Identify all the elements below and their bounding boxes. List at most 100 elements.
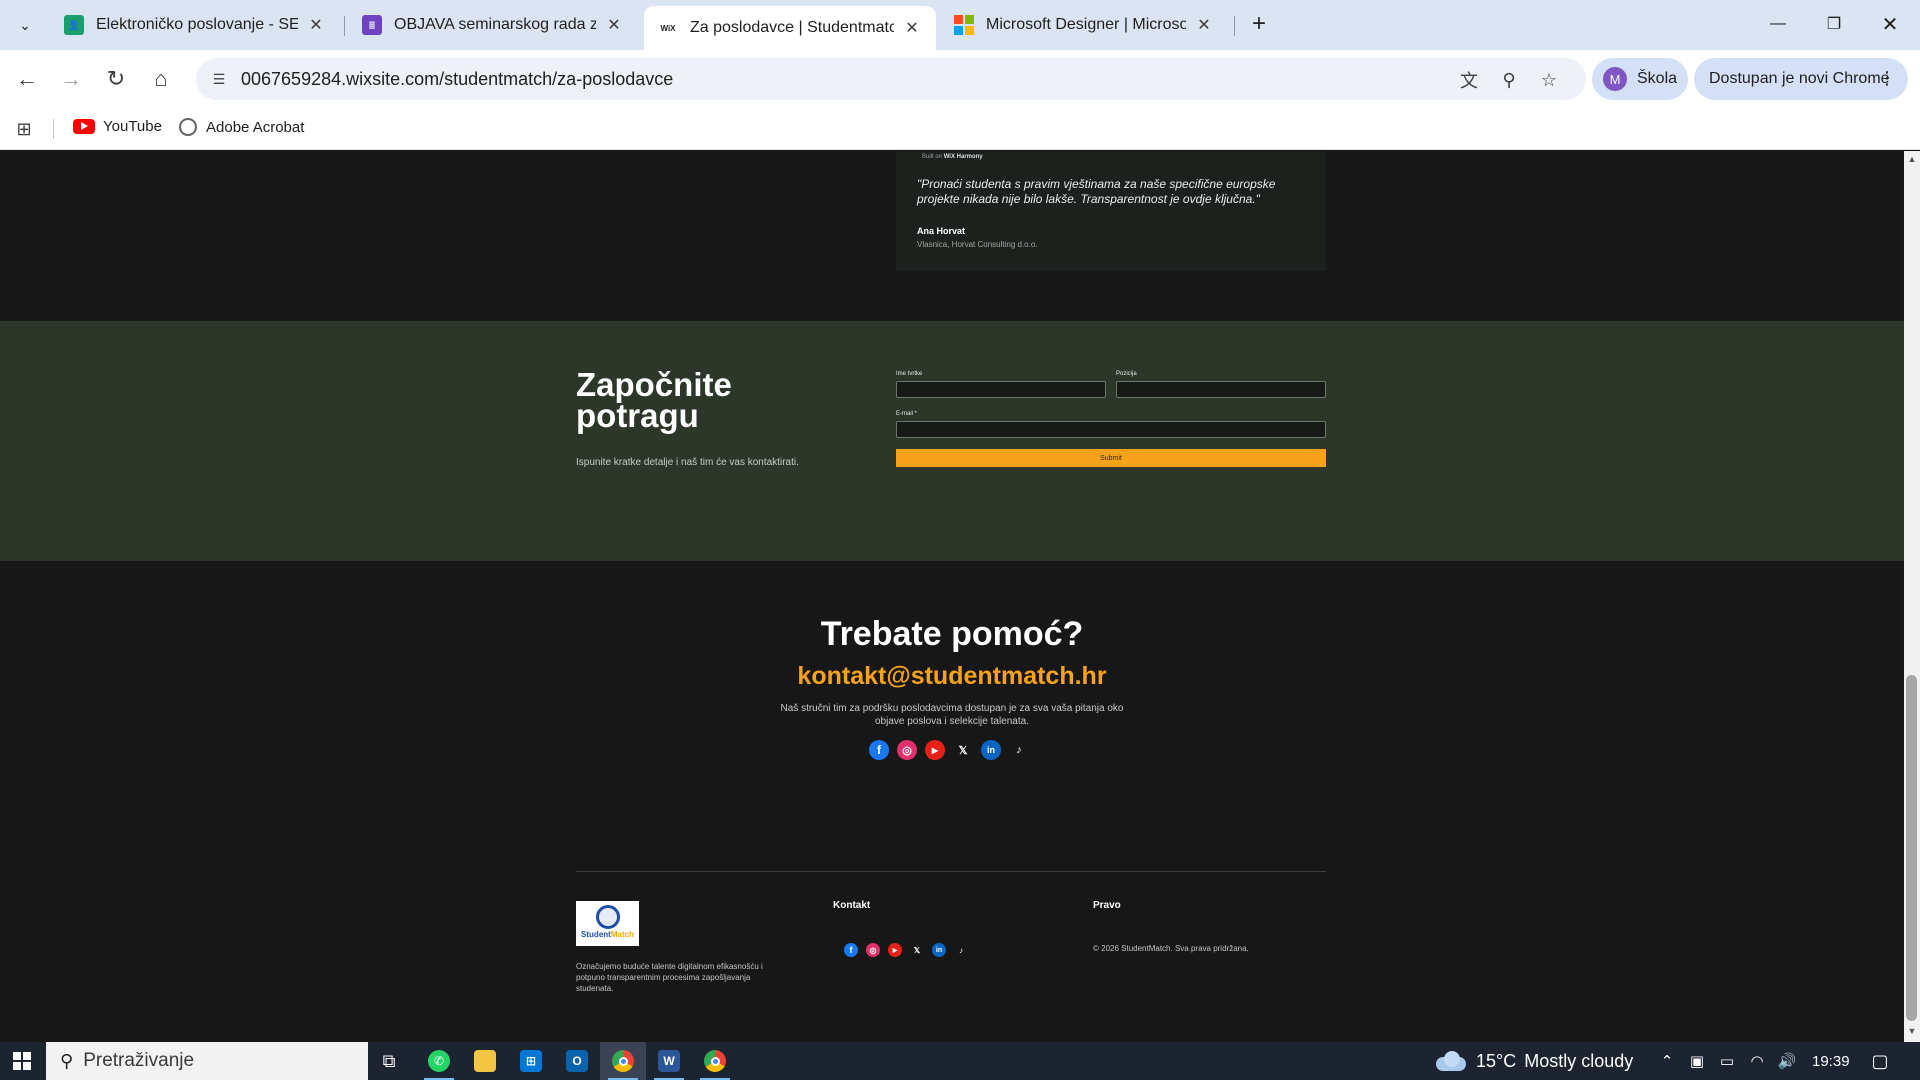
logo-magnifier-icon [596, 905, 620, 929]
taskbar-search[interactable]: ⚲ Pretraživanje [46, 1042, 368, 1080]
linkedin-icon[interactable]: in [932, 943, 946, 957]
profile-button[interactable]: M Škola [1592, 58, 1688, 100]
email-input[interactable] [896, 421, 1326, 438]
tab-separator [344, 16, 345, 36]
company-input[interactable] [896, 381, 1106, 398]
scroll-up-arrow-icon[interactable]: ▲ [1904, 154, 1920, 168]
back-icon[interactable]: ← [10, 62, 44, 96]
profile-name: Škola [1637, 70, 1678, 87]
task-view-icon[interactable]: ⧉ [366, 1042, 412, 1080]
company-label: Ime tvrtke [896, 371, 923, 377]
chrome-icon-2[interactable] [692, 1042, 738, 1080]
testimonial-card: "Pronaći studenta s pravim vještinama za… [896, 151, 1326, 271]
tab-objava-seminarskog[interactable]: ≣ OBJAVA seminarskog rada za kolegij ✕ [348, 6, 638, 44]
volume-icon[interactable]: 🔊 [1777, 1051, 1797, 1071]
tiktok-icon[interactable]: ♪ [954, 943, 968, 957]
instagram-icon[interactable]: ◎ [866, 943, 880, 957]
weather-widget[interactable]: 15°C Mostly cloudy [1436, 1042, 1633, 1080]
close-icon[interactable]: ✕ [1194, 15, 1214, 35]
linkedin-icon[interactable]: in [981, 740, 1001, 760]
social-links-footer: f ◎ ▶ 𝕏 in ♪ [844, 943, 968, 957]
battery-icon[interactable]: ▭ [1717, 1051, 1737, 1071]
cta-subtitle: Ispunite kratke detalje i naš tim će vas… [576, 457, 799, 468]
youtube-icon [73, 119, 95, 134]
cloud-icon [1436, 1051, 1466, 1071]
close-icon[interactable]: ✕ [902, 18, 922, 38]
youtube-icon[interactable]: ▶ [925, 740, 945, 760]
close-window-icon[interactable]: ✕ [1862, 0, 1918, 48]
tab-title: Microsoft Designer | Microsoft 365 [986, 16, 1186, 33]
footer-legal-heading: Pravo [1093, 900, 1121, 911]
bookmark-youtube[interactable]: YouTube [73, 118, 162, 135]
tab-title: OBJAVA seminarskog rada za kolegij [394, 16, 596, 33]
translate-icon[interactable]: 文 [1456, 67, 1482, 93]
bookmark-label: YouTube [103, 118, 162, 135]
weather-temp: 15°C [1476, 1050, 1517, 1071]
restore-icon[interactable]: ❐ [1806, 0, 1862, 48]
social-links-main: f ◎ ▶ 𝕏 in ♪ [869, 740, 1029, 760]
footer-divider [576, 871, 1326, 872]
classroom-icon: 👤 [64, 15, 84, 35]
footer-logo[interactable]: StudentMatch [576, 901, 639, 946]
scroll-down-arrow-icon[interactable]: ▼ [1904, 1026, 1920, 1040]
logo-text: StudentMatch [576, 930, 639, 939]
tab-microsoft-designer[interactable]: Microsoft Designer | Microsoft 365 ✕ [940, 6, 1228, 44]
acrobat-icon [179, 118, 197, 136]
position-label: Pozicija [1116, 371, 1137, 377]
scrollbar-thumb[interactable] [1906, 675, 1917, 1021]
bookmark-star-icon[interactable]: ☆ [1536, 67, 1562, 93]
bookmarks-bar: ⊞ YouTube Adobe Acrobat [0, 108, 1920, 150]
microsoft-store-icon[interactable]: ⊞ [508, 1042, 554, 1080]
file-explorer-icon[interactable] [462, 1042, 508, 1080]
facebook-icon[interactable]: f [844, 943, 858, 957]
chevron-up-icon[interactable]: ⌃ [1657, 1051, 1677, 1071]
tiktok-icon[interactable]: ♪ [1009, 740, 1029, 760]
notifications-icon[interactable]: ▢ [1870, 1051, 1890, 1071]
wix-badge-prefix: Built on [922, 154, 943, 160]
close-icon[interactable]: ✕ [604, 15, 624, 35]
meet-now-icon[interactable]: ▣ [1687, 1051, 1707, 1071]
chrome-icon[interactable] [600, 1042, 646, 1080]
x-icon[interactable]: 𝕏 [953, 740, 973, 760]
bookmark-adobe-acrobat[interactable]: Adobe Acrobat [179, 118, 304, 136]
wifi-icon[interactable]: ◠ [1747, 1051, 1767, 1071]
facebook-icon[interactable]: f [869, 740, 889, 760]
new-tab-button[interactable]: + [1244, 10, 1274, 40]
zoom-icon[interactable]: ⚲ [1496, 67, 1522, 93]
home-icon[interactable]: ⌂ [144, 62, 178, 96]
apps-grid-icon[interactable]: ⊞ [12, 117, 36, 141]
address-bar[interactable]: ☰ 0067659284.wixsite.com/studentmatch/za… [196, 58, 1586, 100]
windows-taskbar: ⚲ Pretraživanje ⧉ ✆ ⊞ O W 15°C Mostly cl… [0, 1042, 1920, 1080]
close-icon[interactable]: ✕ [306, 15, 326, 35]
site-info-icon[interactable]: ☰ [208, 68, 230, 90]
bookmark-label: Adobe Acrobat [206, 118, 305, 136]
reload-icon[interactable]: ↻ [99, 62, 133, 96]
email-label: E-mail * [896, 411, 918, 417]
word-icon[interactable]: W [646, 1042, 692, 1080]
tab-za-poslodavce[interactable]: WiX Za poslodavce | Studentmatch ✕ [644, 6, 936, 50]
minimize-icon[interactable]: — [1750, 0, 1806, 48]
clock[interactable]: 19:39 [1812, 1042, 1850, 1080]
help-email-link[interactable]: kontakt@studentmatch.hr [0, 662, 1904, 691]
youtube-icon[interactable]: ▶ [888, 943, 902, 957]
x-icon[interactable]: 𝕏 [910, 943, 924, 957]
copyright-text: © 2026 StudentMatch. Sva prava pridržana… [1093, 944, 1249, 953]
start-button[interactable] [0, 1042, 44, 1080]
chrome-update-button[interactable]: Dostupan je novi Chrome ⋮ [1694, 58, 1908, 100]
footer-contact-heading: Kontakt [833, 900, 871, 911]
tab-title: Elektroničko poslovanje - SEMINAR [96, 16, 298, 33]
forward-icon[interactable]: → [54, 62, 88, 96]
wix-badge[interactable]: Built on WiX Harmony [922, 154, 983, 160]
whatsapp-icon[interactable]: ✆ [416, 1042, 462, 1080]
weather-condition: Mostly cloudy [1524, 1050, 1634, 1071]
footer-description: Označujemo buduće talente digitalnom efi… [576, 962, 763, 993]
position-input[interactable] [1116, 381, 1326, 398]
menu-dots-icon[interactable]: ⋮ [1878, 68, 1896, 88]
tab-search-chevron-icon[interactable]: ⌄ [8, 8, 42, 42]
submit-button[interactable]: Submit [896, 449, 1326, 467]
outlook-icon[interactable]: O [554, 1042, 600, 1080]
page-viewport: "Pronaći studenta s pravim vještinama za… [0, 151, 1904, 1042]
tab-elektronicko-poslovanje[interactable]: 👤 Elektroničko poslovanje - SEMINAR ✕ [50, 6, 340, 44]
instagram-icon[interactable]: ◎ [897, 740, 917, 760]
browser-toolbar: ← → ↻ ⌂ ☰ 0067659284.wixsite.com/student… [0, 50, 1920, 108]
